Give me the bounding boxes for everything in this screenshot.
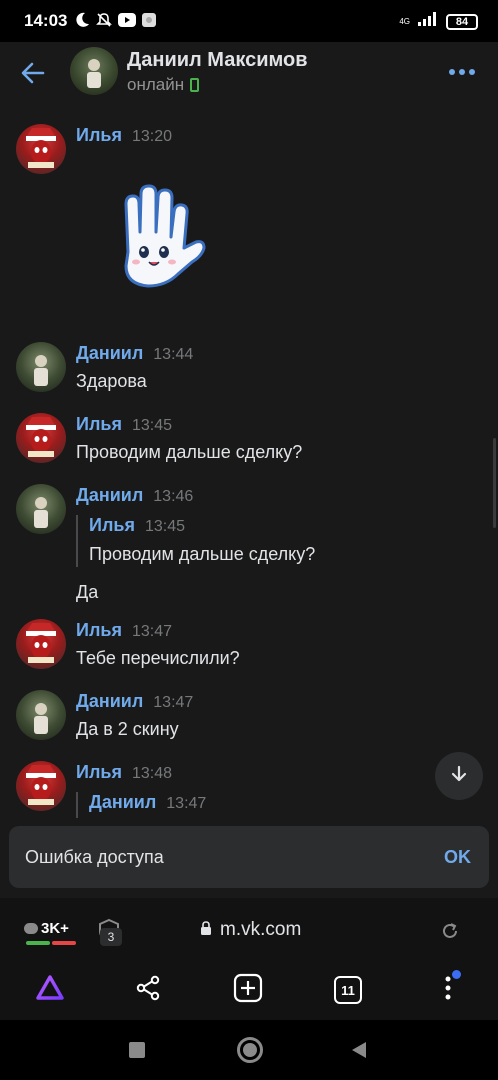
avatar[interactable] (70, 47, 118, 95)
system-navigation-bar (0, 1020, 498, 1080)
moon-icon (76, 12, 90, 33)
plus-square-icon (233, 973, 263, 1008)
arrow-down-icon (449, 764, 469, 789)
quote-author: Илья (89, 515, 135, 535)
message-list[interactable]: Илья 13:20 Даниил 13:44 Здарова Илья 13:4 (0, 108, 498, 898)
message-time: 13:45 (131, 417, 172, 434)
lock-icon (200, 919, 212, 941)
recent-apps-icon[interactable] (129, 1042, 145, 1058)
message-author[interactable]: Илья 13:20 (76, 125, 172, 146)
message-text: Да в 2 скину (76, 719, 179, 739)
share-button[interactable] (132, 974, 164, 1006)
more-options-icon[interactable] (448, 62, 476, 82)
message-time: 13:46 (153, 488, 194, 505)
scroll-to-bottom-button[interactable] (435, 752, 483, 800)
battery-icon: 84 (446, 13, 478, 30)
message-time: 13:47 (131, 623, 172, 640)
rating-bars (26, 941, 76, 945)
waving-hand-sticker (108, 182, 208, 294)
message-author[interactable]: Илья 13:48 (76, 762, 172, 783)
status-time: 14:03 (24, 11, 68, 30)
message-time: 13:44 (153, 346, 194, 363)
bell-off-icon (96, 12, 112, 33)
quote-time: 13:47 (166, 795, 207, 812)
avatar[interactable] (16, 761, 66, 811)
message-author[interactable]: Илья 13:45 (76, 414, 172, 435)
signal-icon (418, 12, 438, 31)
app-notification-icon (142, 13, 156, 32)
avatar[interactable] (16, 413, 66, 463)
tabs-button[interactable]: 11 (332, 974, 364, 1006)
error-toast: Ошибка доступа OK (9, 826, 489, 888)
comment-bubble-icon (24, 923, 38, 934)
reload-icon[interactable] (440, 921, 460, 941)
message-author[interactable]: Илья 13:47 (76, 620, 172, 641)
message-time: 13:20 (131, 128, 172, 145)
quote-time: 13:45 (144, 518, 185, 535)
alice-icon (34, 972, 66, 1009)
back-icon[interactable] (352, 1042, 366, 1058)
comments-badge[interactable]: 3K+ (24, 920, 69, 937)
chat-header: Даниил Максимов онлайн (0, 42, 498, 108)
url-field[interactable]: m.vk.com (200, 919, 301, 941)
network-type: 4G (399, 16, 410, 26)
reply-quote[interactable]: Илья 13:45 Проводим дальше сделку? (76, 515, 315, 567)
avatar[interactable] (16, 690, 66, 740)
back-arrow-icon[interactable] (18, 58, 48, 88)
avatar[interactable] (16, 342, 66, 392)
avatar[interactable] (16, 124, 66, 174)
toast-message: Ошибка доступа (25, 847, 164, 867)
chat-title[interactable]: Даниил Максимов (127, 49, 308, 72)
message-text: Проводим дальше сделку? (76, 442, 303, 462)
status-bar: 14:03 4G 84 (0, 0, 498, 42)
message-author[interactable]: Даниил 13:47 (76, 691, 193, 712)
browser-address-bar: 3K+ 3 m.vk.com (0, 898, 498, 962)
home-icon[interactable] (237, 1037, 263, 1063)
online-status: онлайн (127, 75, 200, 95)
browser-menu-button[interactable] (432, 970, 464, 1006)
new-tab-button[interactable] (232, 973, 264, 1008)
avatar[interactable] (16, 484, 66, 534)
toast-ok-button[interactable]: OK (444, 847, 471, 868)
share-icon (135, 975, 161, 1006)
quote-author: Даниил (89, 792, 157, 812)
mobile-online-icon (190, 78, 200, 92)
message-time: 13:47 (153, 694, 194, 711)
message-text: Тебе перечислили? (76, 648, 240, 668)
shield-count: 3 (100, 928, 122, 946)
tabs-count: 11 (334, 976, 362, 1004)
notification-dot (452, 970, 461, 979)
message-text: Здарова (76, 371, 147, 391)
message-author[interactable]: Даниил 13:46 (76, 485, 193, 506)
message-author[interactable]: Даниил 13:44 (76, 343, 193, 364)
quote-text: Проводим дальше сделку? (89, 544, 316, 564)
vertical-dots-icon (444, 975, 452, 1006)
reply-quote[interactable]: Даниил 13:47 (76, 792, 206, 818)
avatar[interactable] (16, 619, 66, 669)
scrollbar[interactable] (493, 438, 496, 528)
message-time: 13:48 (131, 765, 172, 782)
youtube-icon (118, 13, 136, 32)
message-text: Да (76, 582, 99, 602)
alice-assistant-button[interactable] (34, 974, 66, 1006)
browser-toolbar: 11 (0, 962, 498, 1020)
